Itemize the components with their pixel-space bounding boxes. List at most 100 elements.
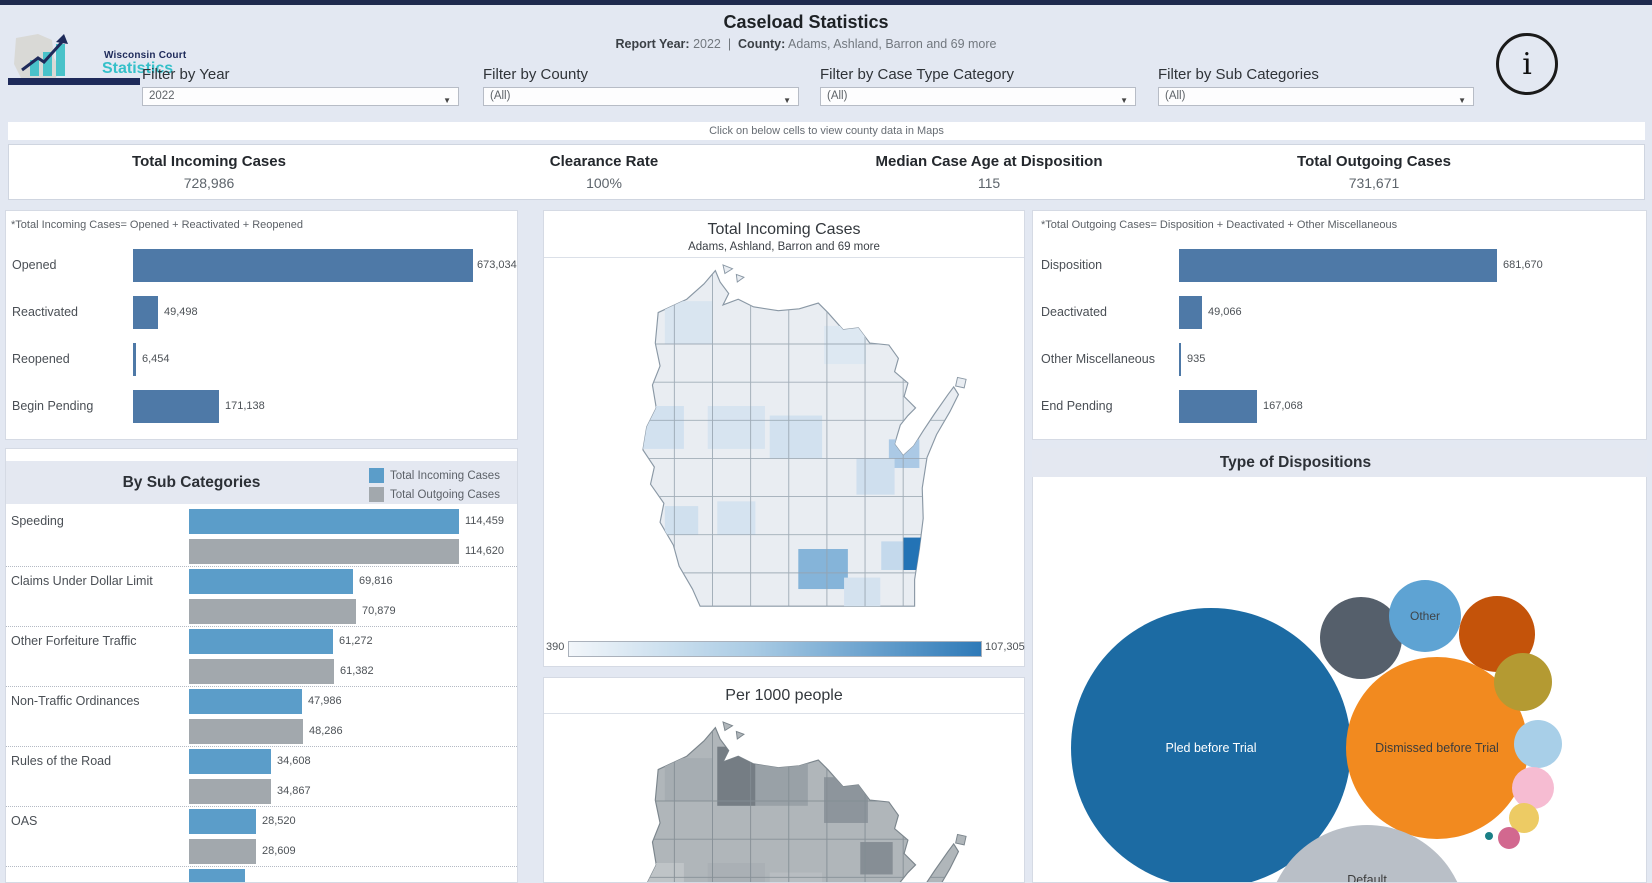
kpi-value: 115: [799, 175, 1179, 191]
bubble-unlabeled-magenta[interactable]: [1498, 827, 1520, 849]
subcat-label: Claims Under Dollar Limit: [11, 569, 153, 594]
report-year-value: 2022: [693, 37, 721, 51]
filter-year-label: Filter by Year: [142, 66, 230, 83]
subcat-bar-incoming[interactable]: [189, 509, 459, 534]
bar-deactivated[interactable]: [1179, 296, 1202, 329]
row-divider: [6, 626, 517, 627]
filter-county-dropdown[interactable]: (All) ▼: [483, 87, 799, 106]
info-button[interactable]: i: [1496, 33, 1558, 95]
bar-value: 935: [1187, 343, 1205, 376]
kpi-total-outgoing[interactable]: Total Outgoing Cases 731,671: [1179, 145, 1569, 199]
bubble-label: Dismissed before Trial: [1375, 741, 1499, 755]
bar-label: End Pending: [1041, 390, 1113, 423]
subcat-bar-incoming-partial[interactable]: [189, 869, 245, 883]
bar-label: Disposition: [1041, 249, 1102, 282]
bar-end-pending[interactable]: [1179, 390, 1257, 423]
bar-value: 49,066: [1208, 296, 1242, 329]
subcat-value-incoming: 47,986: [308, 689, 342, 714]
legend-label-incoming: Total Incoming Cases: [390, 470, 500, 482]
bar-reopened[interactable]: [133, 343, 136, 376]
bar-begin-pending[interactable]: [133, 390, 219, 423]
bar-label: Opened: [12, 249, 56, 282]
kpi-label: Total Outgoing Cases: [1179, 153, 1569, 170]
panel-divider: [544, 257, 1024, 258]
filter-casetype-label: Filter by Case Type Category: [820, 66, 1014, 83]
incoming-map-title: Total Incoming Cases: [544, 221, 1024, 239]
subcat-bar-outgoing[interactable]: [189, 599, 356, 624]
subcat-bar-outgoing[interactable]: [189, 779, 271, 804]
subcat-value-incoming: 114,459: [465, 509, 504, 534]
chevron-down-icon: ▼: [783, 92, 791, 109]
row-divider: [6, 806, 517, 807]
bar-disposition[interactable]: [1179, 249, 1497, 282]
incoming-map-subtitle: Adams, Ashland, Barron and 69 more: [544, 241, 1024, 253]
bubble-unlabeled-olive[interactable]: [1494, 653, 1552, 711]
subcat-label: Non-Traffic Ordinances: [11, 689, 140, 714]
subcat-bar-incoming[interactable]: [189, 569, 353, 594]
bubble-label: Default: [1347, 873, 1387, 883]
wisconsin-incoming-map[interactable]: [574, 263, 994, 631]
incoming-map-panel: Total Incoming Cases Adams, Ashland, Bar…: [543, 210, 1025, 667]
subcat-bar-incoming[interactable]: [189, 809, 256, 834]
bar-label: Begin Pending: [12, 390, 93, 423]
row-divider: [6, 746, 517, 747]
subcat-value-incoming: 69,816: [359, 569, 393, 594]
kpi-median-age[interactable]: Median Case Age at Disposition 115: [799, 145, 1179, 199]
subcat-bar-outgoing[interactable]: [189, 719, 303, 744]
wisconsin-per1000-map[interactable]: [574, 720, 994, 883]
dispositions-title: Type of Dispositions: [1032, 448, 1647, 477]
subcat-bar-incoming[interactable]: [189, 689, 302, 714]
subcat-label: Speeding: [11, 509, 64, 534]
subcat-bar-outgoing[interactable]: [189, 839, 256, 864]
subcat-bar-incoming[interactable]: [189, 629, 333, 654]
bubble-unlabeled-teal[interactable]: [1485, 832, 1493, 840]
kpi-clearance-rate[interactable]: Clearance Rate 100%: [409, 145, 799, 199]
bar-opened[interactable]: [133, 249, 473, 282]
subcat-value-outgoing: 61,382: [340, 659, 374, 684]
filter-year-value: 2022: [149, 90, 175, 102]
subcat-bar-incoming[interactable]: [189, 749, 271, 774]
subcat-value-outgoing: 34,867: [277, 779, 311, 804]
bubble-unlabeled-lightblue[interactable]: [1514, 720, 1562, 768]
subcat-bar-outgoing[interactable]: [189, 659, 334, 684]
filter-county-value: (All): [490, 90, 510, 102]
bubble-other[interactable]: Other: [1389, 580, 1461, 652]
bar-other-miscellaneous[interactable]: [1179, 343, 1181, 376]
filter-year-dropdown[interactable]: 2022 ▼: [142, 87, 459, 106]
bar-label: Reopened: [12, 343, 70, 376]
bubble-unlabeled-pink[interactable]: [1512, 767, 1554, 809]
filter-subcat-label: Filter by Sub Categories: [1158, 66, 1319, 83]
filter-casetype-dropdown[interactable]: (All) ▼: [820, 87, 1136, 106]
bar-label: Reactivated: [12, 296, 78, 329]
bar-label: Other Miscellaneous: [1041, 343, 1155, 376]
kpi-band: Total Incoming Cases 728,986 Clearance R…: [8, 144, 1645, 200]
subcat-bar-outgoing[interactable]: [189, 539, 459, 564]
filter-subcat-value: (All): [1165, 90, 1185, 102]
legend-swatch-outgoing[interactable]: [369, 487, 384, 502]
chevron-down-icon: ▼: [1458, 92, 1466, 109]
bar-label: Deactivated: [1041, 296, 1107, 329]
bar-value: 167,068: [1263, 390, 1303, 423]
subcat-value-outgoing: 28,609: [262, 839, 296, 864]
subcat-label: OAS: [11, 809, 37, 834]
incoming-note: *Total Incoming Cases= Opened + Reactiva…: [11, 219, 303, 231]
kpi-value: 100%: [409, 175, 799, 191]
bar-value: 49,498: [164, 296, 198, 329]
page-title: Caseload Statistics: [400, 12, 1212, 33]
bar-reactivated[interactable]: [133, 296, 158, 329]
bubble-pled-before-trial[interactable]: Pled before Trial: [1071, 608, 1351, 883]
filter-casetype-value: (All): [827, 90, 847, 102]
subtitle-separator: |: [728, 37, 731, 51]
filter-subcat-dropdown[interactable]: (All) ▼: [1158, 87, 1474, 106]
kpi-total-incoming[interactable]: Total Incoming Cases 728,986: [9, 145, 409, 199]
subcat-value-outgoing: 48,286: [309, 719, 343, 744]
legend-swatch-incoming[interactable]: [369, 468, 384, 483]
top-accent-strip: [0, 0, 1652, 5]
scale-max-label: 107,305: [985, 639, 1025, 655]
report-year-label: Report Year:: [615, 37, 689, 51]
subcat-value-outgoing: 114,620: [465, 539, 504, 564]
bubble-label: Other: [1410, 609, 1440, 623]
kpi-value: 728,986: [9, 175, 409, 191]
outgoing-note: *Total Outgoing Cases= Disposition + Dea…: [1041, 219, 1397, 231]
info-icon: i: [1522, 47, 1532, 82]
